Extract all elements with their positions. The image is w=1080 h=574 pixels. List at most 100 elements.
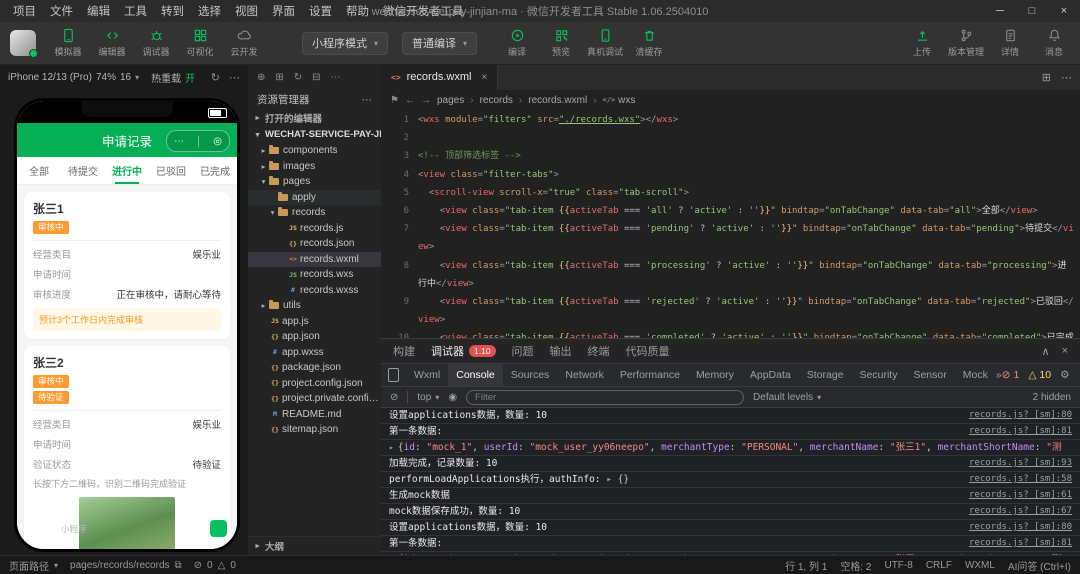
more-icon[interactable] — [174, 136, 184, 147]
context-select[interactable]: top — [417, 392, 439, 403]
page-path-select[interactable]: 页面路径 — [9, 558, 58, 573]
clear-cache-button[interactable]: 清缓存 — [627, 28, 671, 58]
devtools-tab-Sources[interactable]: Sources — [503, 364, 558, 386]
panel-tab-终端[interactable]: 终端 — [588, 343, 610, 359]
status-item[interactable]: CRLF — [926, 560, 952, 571]
hot-reload-toggle[interactable]: 热重载 开 — [151, 70, 195, 85]
home-icon[interactable] — [213, 136, 222, 147]
devtools-tab-AppData[interactable]: AppData — [742, 364, 799, 386]
tree-item-sitemap.json[interactable]: {} sitemap.json — [248, 422, 381, 438]
capsule-menu[interactable] — [166, 130, 230, 152]
breadcrumb-item-records.wxml[interactable]: records.wxml — [528, 95, 587, 106]
tree-item-utils[interactable]: ▸ utils — [248, 298, 381, 314]
mini-tab-已完成[interactable]: 已完成 — [193, 157, 237, 184]
preview-button[interactable]: 预览 — [539, 28, 583, 58]
rotate-icon[interactable] — [211, 71, 220, 84]
collapse-all-icon[interactable] — [312, 72, 320, 83]
console-source-link[interactable]: records.js? [sm]:67 — [969, 505, 1072, 518]
navigate-back-icon[interactable] — [405, 95, 415, 106]
warning-count[interactable]: 10 — [1028, 369, 1051, 381]
avatar[interactable] — [10, 30, 38, 58]
devtools-tab-Memory[interactable]: Memory — [688, 364, 742, 386]
more-icon[interactable] — [229, 71, 240, 84]
tree-item-records[interactable]: ▾ records — [248, 205, 381, 221]
tree-item-records.js[interactable]: JS records.js — [248, 221, 381, 237]
menu-视图[interactable]: 视图 — [228, 3, 265, 19]
collapse-panel-icon[interactable] — [1042, 345, 1050, 358]
problems-summary[interactable]: 0 0 — [194, 560, 236, 571]
console-source-link[interactable]: records.js? [sm]:93 — [969, 457, 1072, 470]
mini-tab-全部[interactable]: 全部 — [17, 157, 61, 184]
editor-tab-records-wxml[interactable]: <> records.wxml — [381, 64, 499, 90]
menu-界面[interactable]: 界面 — [265, 3, 302, 19]
tree-item-records.wxs[interactable]: JS records.wxs — [248, 267, 381, 283]
code-area[interactable]: 1 <wxs module="filters" src="./records.wx… — [381, 110, 1080, 338]
log-levels-select[interactable]: Default levels — [753, 392, 821, 403]
mode-select[interactable]: 小程序模式 — [302, 31, 389, 55]
console-filter-input[interactable] — [466, 389, 745, 405]
hidden-count[interactable]: 2 hidden — [1033, 392, 1071, 403]
tree-item-apply[interactable]: apply — [248, 189, 381, 205]
console-log[interactable]: 设置applications数据，数量: 10 records.js? [sm]:… — [381, 408, 1080, 556]
device-select[interactable]: iPhone 12/13 (Pro) 74% 16 — [8, 72, 139, 83]
panel-tab-调试器[interactable]: 调试器 1.10 — [431, 343, 496, 359]
settings-icon[interactable] — [1060, 369, 1069, 381]
messages-button[interactable]: 消息 — [1032, 28, 1076, 58]
clear-console-icon[interactable] — [390, 392, 398, 403]
menu-项目[interactable]: 项目 — [6, 3, 43, 19]
expand-icon[interactable]: ▸ — [389, 443, 394, 452]
new-folder-icon[interactable] — [275, 72, 283, 83]
panel-tab-代码质量[interactable]: 代码质量 — [626, 343, 670, 359]
copy-icon[interactable] — [175, 560, 182, 571]
close-window-button[interactable] — [1048, 0, 1080, 22]
mini-tab-待提交[interactable]: 待提交 — [61, 157, 105, 184]
panel-tab-问题[interactable]: 问题 — [512, 343, 534, 359]
upload-button[interactable]: 上传 — [900, 28, 944, 58]
status-item[interactable]: UTF-8 — [884, 560, 912, 571]
minimize-button[interactable] — [984, 0, 1016, 22]
navigate-forward-icon[interactable] — [421, 95, 431, 106]
outline-section[interactable]: 大纲 — [248, 536, 381, 554]
mini-tab-已驳回[interactable]: 已驳回 — [149, 157, 193, 184]
panel-tab-构建[interactable]: 构建 — [393, 343, 415, 359]
real-device-debug-button[interactable]: 真机调试 — [583, 28, 627, 58]
devtools-tab-Wxml[interactable]: Wxml — [406, 364, 448, 386]
record-card[interactable]: 张三2 审核中 待验证 经营类目 娱乐业 申请时间 验证状态 待验证 长按下方二维码，识别二维码… — [24, 346, 230, 549]
status-item[interactable]: WXML — [965, 560, 995, 571]
tree-item-app.wxss[interactable]: # app.wxss — [248, 345, 381, 361]
close-tab-icon[interactable] — [481, 72, 487, 83]
tree-item-pages[interactable]: ▾ pages — [248, 174, 381, 190]
project-root[interactable]: WECHAT-SERVICE-PAY-JINJIAN-... — [248, 126, 381, 143]
compile-mode-select[interactable]: 普通编译 — [402, 31, 478, 55]
open-editors-section[interactable]: 打开的编辑器 — [248, 109, 381, 126]
editor-toggle-button[interactable]: 编辑器 — [90, 28, 134, 58]
menu-帮助[interactable]: 帮助 — [339, 3, 376, 19]
menu-文件[interactable]: 文件 — [43, 3, 80, 19]
breadcrumb-item-pages[interactable]: pages — [437, 95, 464, 106]
menu-转到[interactable]: 转到 — [154, 3, 191, 19]
simulator-toggle-button[interactable]: 模拟器 — [46, 28, 90, 58]
split-editor-icon[interactable] — [1042, 71, 1051, 84]
debugger-toggle-button[interactable]: 调试器 — [134, 28, 178, 58]
record-card[interactable]: 张三1 审核中 经营类目 娱乐业 申请时间 审核进度 正在审核中，请耐心等待 预计3个工作日内… — [24, 192, 230, 339]
console-source-link[interactable]: records.js? [sm]:80 — [969, 409, 1072, 422]
console-source-link[interactable]: records.js? [sm]:61 — [969, 489, 1072, 502]
devtools-tab-Storage[interactable]: Storage — [799, 364, 852, 386]
devtools-tab-Network[interactable]: Network — [557, 364, 612, 386]
device-mode-icon[interactable] — [388, 368, 399, 382]
devtools-tab-Sensor[interactable]: Sensor — [905, 364, 954, 386]
mini-tab-进行中[interactable]: 进行中 — [105, 157, 149, 184]
status-item[interactable]: AI问答 (Ctrl+I) — [1008, 558, 1071, 573]
tree-item-records.wxss[interactable]: # records.wxss — [248, 283, 381, 299]
status-item[interactable]: 行 1, 列 1 — [785, 558, 827, 573]
refresh-icon[interactable] — [294, 72, 302, 83]
devtools-tab-Performance[interactable]: Performance — [612, 364, 688, 386]
console-source-link[interactable]: records.js? [sm]:80 — [969, 521, 1072, 534]
tree-item-records.wxml[interactable]: <> records.wxml — [248, 251, 381, 267]
eye-icon[interactable] — [448, 392, 457, 403]
console-source-link[interactable]: records.js? [sm]:58 — [969, 473, 1072, 486]
console-source-link[interactable]: records.js? [sm]:81 — [969, 425, 1072, 438]
tree-item-components[interactable]: ▸ components — [248, 143, 381, 159]
tree-item-app.js[interactable]: JS app.js — [248, 314, 381, 330]
tree-item-package.json[interactable]: {} package.json — [248, 360, 381, 376]
